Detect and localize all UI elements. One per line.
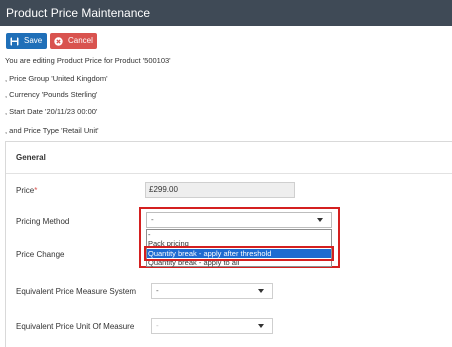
caret-down-icon	[317, 218, 323, 222]
save-button[interactable]: Save	[6, 33, 47, 49]
floppy-disk-icon	[10, 37, 19, 46]
info-line-price-type: , and Price Type 'Retail Unit'	[5, 126, 99, 135]
caret-down-icon	[258, 289, 264, 293]
window-title: Product Price Maintenance	[0, 0, 452, 26]
save-button-label: Save	[24, 36, 43, 45]
info-line-start-date: , Start Date '20/11/23 00:00'	[5, 107, 98, 116]
equiv-measure-system-select[interactable]: -	[151, 283, 273, 299]
pricing-method-value: -	[151, 215, 154, 224]
equiv-uom-select[interactable]: -	[151, 318, 273, 334]
section-title: General	[16, 153, 46, 162]
equiv-uom-value: -	[156, 321, 159, 330]
option-annotation-outline	[144, 246, 334, 261]
price-label: Price*	[16, 186, 37, 195]
equiv-measure-system-value: -	[156, 286, 159, 295]
caret-down-icon	[258, 324, 264, 328]
x-circle-icon	[54, 36, 63, 46]
pricing-method-select[interactable]: -	[146, 212, 332, 228]
section-divider	[6, 173, 452, 174]
price-field[interactable]: £299.00	[145, 182, 295, 198]
price-label-text: Price	[16, 186, 35, 195]
required-marker: *	[34, 186, 38, 195]
info-line-price-group: , Price Group 'United Kingdom'	[5, 74, 108, 83]
cancel-button-label: Cancel	[68, 36, 93, 45]
equiv-measure-system-label: Equivalent Price Measure System	[16, 287, 137, 296]
info-line-currency: , Currency 'Pounds Sterling'	[5, 90, 98, 99]
equiv-uom-label: Equivalent Price Unit Of Measure	[16, 322, 135, 331]
info-line-product: You are editing Product Price for Produc…	[5, 56, 171, 65]
pricing-method-label: Pricing Method	[16, 217, 70, 226]
price-change-label: Price Change	[16, 250, 65, 259]
option-none[interactable]: -	[147, 230, 331, 239]
cancel-button[interactable]: Cancel	[50, 33, 97, 49]
